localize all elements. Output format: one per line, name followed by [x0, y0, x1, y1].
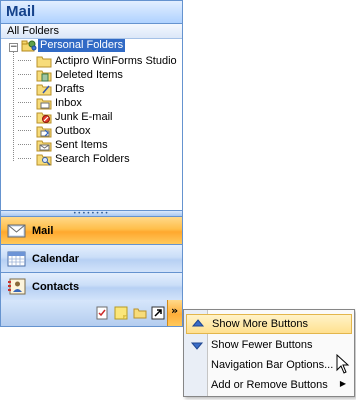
- navigation-pane: Mail All Folders − Personal Folders Acti…: [0, 0, 183, 327]
- menu-item-navigation-bar-options[interactable]: Navigation Bar Options...: [186, 356, 352, 376]
- mail-icon: [7, 224, 26, 238]
- nav-button-label: Calendar: [32, 253, 80, 265]
- tree-item-outbox[interactable]: Outbox: [18, 124, 181, 138]
- tree-item-sent-items[interactable]: Sent Items: [18, 138, 181, 152]
- nav-button-calendar[interactable]: Calendar: [1, 245, 182, 273]
- configure-buttons-menu: Show More Buttons Show Fewer Buttons Nav…: [183, 309, 355, 397]
- menu-item-label: Navigation Bar Options...: [211, 359, 334, 371]
- contacts-icon: [8, 278, 26, 295]
- tree-item-label: Actipro WinForms Studio: [55, 55, 177, 67]
- sent-items-icon: [36, 140, 52, 152]
- shortcuts-icon[interactable]: [151, 306, 165, 320]
- splitter-grip-icon: ••••••••: [73, 210, 110, 217]
- nav-button-mail[interactable]: Mail: [1, 217, 182, 245]
- tree-item-label: Sent Items: [55, 139, 108, 151]
- all-folders-label: All Folders: [7, 25, 59, 37]
- configure-buttons-chevron[interactable]: »: [167, 300, 182, 326]
- menu-item-label: Add or Remove Buttons: [211, 379, 328, 391]
- collapse-toggle[interactable]: −: [9, 43, 18, 52]
- tree-item-label: Drafts: [55, 83, 85, 95]
- junk-email-icon: [36, 112, 52, 124]
- tree-item-search-folders[interactable]: Search Folders: [18, 152, 181, 166]
- chevron-right-icon: »: [171, 304, 179, 317]
- menu-item-label: Show Fewer Buttons: [211, 339, 313, 351]
- outbox-icon: [36, 126, 52, 138]
- tree-item-drafts[interactable]: Drafts: [18, 82, 181, 96]
- deleted-items-icon: [36, 70, 52, 82]
- show-more-icon: [191, 319, 205, 327]
- folder-list-icon[interactable]: [133, 306, 147, 320]
- personal-folders-icon: [21, 40, 37, 52]
- folder-tree: − Personal Folders Actipro WinForms Stud…: [4, 39, 182, 209]
- tree-root-label: Personal Folders: [38, 39, 126, 52]
- tree-item-label: Deleted Items: [55, 69, 123, 81]
- nav-button-label: Mail: [32, 225, 54, 237]
- submenu-arrow-icon: ▶: [339, 379, 346, 388]
- mouse-pointer-icon: [336, 354, 350, 374]
- inbox-icon: [36, 98, 52, 110]
- menu-item-show-more-buttons[interactable]: Show More Buttons: [186, 314, 352, 334]
- folder-icon: [36, 56, 52, 68]
- notes-icon[interactable]: [114, 306, 128, 320]
- tree-connector: [13, 51, 14, 161]
- pane-title: Mail: [6, 3, 36, 20]
- tree-item-label: Search Folders: [55, 153, 130, 165]
- tree-item-label: Inbox: [55, 97, 82, 109]
- tree-item-deleted-items[interactable]: Deleted Items: [18, 68, 181, 82]
- tree-item-junk-email[interactable]: Junk E-mail: [18, 110, 181, 124]
- show-fewer-icon: [190, 342, 204, 350]
- tree-item-actipro[interactable]: Actipro WinForms Studio: [18, 54, 181, 68]
- search-folders-icon: [36, 154, 52, 166]
- overflow-button-strip: »: [1, 300, 182, 326]
- pane-header: Mail: [1, 1, 182, 24]
- nav-button-contacts[interactable]: Contacts: [1, 273, 182, 301]
- menu-item-show-fewer-buttons[interactable]: Show Fewer Buttons: [186, 336, 352, 356]
- nav-button-label: Contacts: [32, 281, 80, 293]
- tree-item-inbox[interactable]: Inbox: [18, 96, 181, 110]
- pane-splitter[interactable]: ••••••••: [1, 210, 182, 217]
- tree-item-label: Junk E-mail: [55, 111, 113, 123]
- drafts-icon: [36, 84, 52, 96]
- tree-item-label: Outbox: [55, 125, 91, 137]
- tasks-icon[interactable]: [95, 306, 109, 320]
- all-folders-header: All Folders: [1, 24, 182, 39]
- calendar-icon: [7, 251, 26, 267]
- menu-item-label: Show More Buttons: [212, 318, 308, 330]
- menu-item-add-remove-buttons[interactable]: Add or Remove Buttons ▶: [186, 376, 352, 396]
